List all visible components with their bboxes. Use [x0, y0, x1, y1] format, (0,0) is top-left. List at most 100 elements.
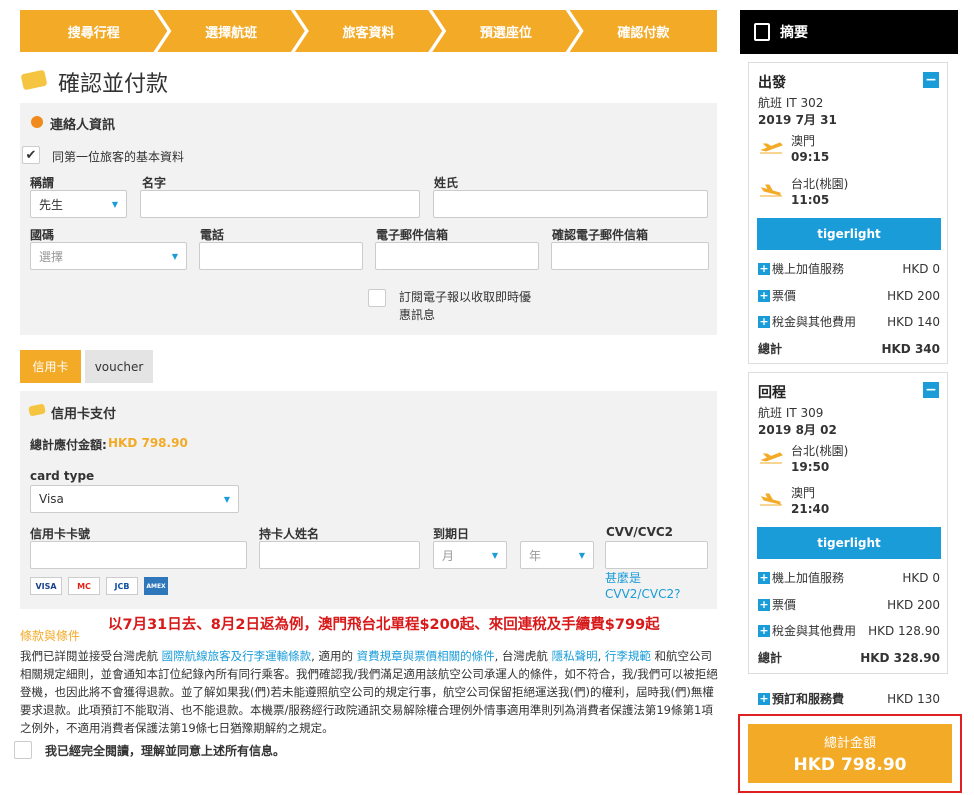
outbound-to: 台北(桃園) — [791, 177, 849, 191]
return-flight: 航班 IT 309 — [758, 406, 824, 420]
return-item-fare: + 票價 HKD 200 — [758, 596, 940, 613]
terms-part: , 台灣虎航 — [494, 649, 552, 663]
return-item-tax: + 稅金與其他費用 HKD 128.90 — [758, 622, 940, 639]
landing-icon — [760, 184, 782, 197]
return-to: 澳門 — [791, 486, 816, 500]
booking-fee-value: HKD 130 — [887, 691, 940, 706]
email-confirm-label: 確認電子郵件信箱 — [552, 228, 649, 242]
item-value: HKD 140 — [887, 314, 940, 329]
title-select[interactable]: 先生 ▼ — [30, 190, 127, 218]
terms-link-privacy[interactable]: 隱私聲明 — [552, 649, 598, 663]
grand-total-highlight: 總計金額 HKD 798.90 — [738, 714, 962, 793]
summary-header: 摘要 — [740, 10, 958, 54]
expand-icon[interactable]: + — [758, 598, 770, 611]
card-type-value: Visa — [39, 492, 64, 506]
terms-link-carriage[interactable]: 國際航線旅客及行李運輸條款 — [162, 649, 312, 663]
step-seat[interactable]: 預選座位 — [432, 10, 579, 52]
step-payment: 確認付款 — [569, 10, 718, 52]
landing-icon — [760, 493, 782, 506]
return-dep-time: 19:50 — [791, 460, 830, 474]
contact-heading: 連絡人資訊 — [50, 118, 116, 133]
firstname-input[interactable] — [140, 190, 420, 218]
collapse-return-button[interactable]: − — [923, 382, 939, 398]
expand-icon[interactable]: + — [758, 571, 770, 584]
card-logos: VISA MC JCB AMEX — [30, 577, 168, 595]
chevron-down-icon: ▼ — [111, 199, 118, 209]
expand-icon[interactable]: + — [758, 692, 770, 705]
promo-note: 以7月31日去、8月2日返為例，澳門飛台北單程$200起、來回連稅及手續費$79… — [108, 617, 660, 633]
collapse-outbound-button[interactable]: − — [923, 72, 939, 88]
country-code-placeholder: 選擇 — [39, 249, 64, 264]
expiry-year-placeholder: 年 — [529, 548, 542, 563]
expand-icon[interactable]: + — [758, 262, 770, 275]
outbound-item-fare: + 票價 HKD 200 — [758, 287, 940, 304]
return-title: 回程 — [758, 385, 786, 401]
card-number-input[interactable] — [30, 541, 247, 569]
firstname-label: 名字 — [142, 176, 167, 190]
return-fare-brand: tigerlight — [757, 527, 941, 559]
email-confirm-input[interactable] — [551, 242, 709, 270]
expiry-month-placeholder: 月 — [442, 548, 455, 563]
terms-label: 條款與條件 — [20, 629, 81, 643]
item-label: 稅金與其他費用 — [772, 624, 857, 638]
cvv-label: CVV/CVC2 — [606, 525, 674, 539]
terms-text: 我們已詳閱並接受台灣虎航 國際航線旅客及行李運輸條款, 適用的 資費規章與票價相… — [20, 647, 720, 737]
lastname-input[interactable] — [433, 190, 708, 218]
step-select-flight[interactable]: 選擇航班 — [157, 10, 304, 52]
step-passenger[interactable]: 旅客資料 — [295, 10, 442, 52]
card-holder-input[interactable] — [259, 541, 420, 569]
terms-link-baggage[interactable]: 行李規範 — [605, 649, 651, 663]
chevron-down-icon: ▼ — [171, 251, 178, 261]
item-value: HKD 0 — [902, 261, 940, 276]
total-due-value: HKD 798.90 — [108, 436, 188, 450]
phone-label: 電話 — [200, 228, 225, 242]
cvv-help-link[interactable]: 甚麼是CVV2/CVC2? — [605, 570, 705, 602]
card-type-label: card type — [30, 469, 95, 483]
newsletter-checkbox[interactable] — [368, 289, 386, 307]
document-icon — [754, 23, 770, 41]
terms-link-fares[interactable]: 資費規章與票價相關的條件 — [357, 649, 495, 663]
expiry-label: 到期日 — [433, 527, 470, 541]
title-label: 稱謂 — [30, 176, 55, 190]
total-due-label: 總計應付金額: — [30, 438, 107, 452]
chevron-down-icon: ▼ — [223, 494, 230, 504]
expand-icon[interactable]: + — [758, 289, 770, 302]
country-code-label: 國碼 — [30, 228, 55, 242]
card-type-select[interactable]: Visa ▼ — [30, 485, 239, 513]
mastercard-logo: MC — [68, 577, 100, 595]
card-holder-label: 持卡人姓名 — [259, 527, 320, 541]
item-label: 票價 — [772, 598, 797, 612]
takeoff-icon — [760, 452, 783, 464]
cvv-input[interactable] — [605, 541, 708, 569]
tab-credit-card[interactable]: 信用卡 — [20, 350, 81, 383]
summary-heading: 摘要 — [780, 25, 808, 41]
jcb-logo: JCB — [106, 577, 138, 595]
agree-checkbox[interactable] — [14, 741, 32, 759]
agree-label: 我已經完全閱讀，理解並同意上述所有信息。 — [45, 744, 286, 758]
card-number-label: 信用卡卡號 — [30, 527, 91, 541]
takeoff-icon — [760, 142, 783, 154]
same-as-first-checkbox[interactable]: ✔ — [22, 146, 40, 164]
item-value: HKD 200 — [887, 288, 940, 303]
payment-heading: 信用卡支付 — [51, 407, 117, 422]
outbound-dep-time: 09:15 — [791, 150, 830, 164]
total-value: HKD 340 — [881, 341, 940, 356]
terms-part: 我們已詳閱並接受台灣虎航 — [20, 649, 162, 663]
expiry-month-select[interactable]: 月 ▼ — [433, 541, 507, 569]
expiry-year-select[interactable]: 年 ▼ — [520, 541, 594, 569]
total-value: HKD 328.90 — [860, 650, 940, 665]
chevron-down-icon: ▼ — [491, 550, 498, 560]
return-item-addons: + 機上加值服務 HKD 0 — [758, 569, 940, 586]
step-search[interactable]: 搜尋行程 — [20, 10, 167, 52]
outbound-date: 2019 7月 31 — [758, 113, 837, 127]
email-input[interactable] — [375, 242, 539, 270]
return-arr-time: 21:40 — [791, 502, 830, 516]
tab-voucher[interactable]: voucher — [85, 350, 153, 383]
expand-icon[interactable]: + — [758, 315, 770, 328]
lastname-label: 姓氏 — [434, 176, 459, 190]
phone-input[interactable] — [199, 242, 363, 270]
progress-steps: 搜尋行程 選擇航班 旅客資料 預選座位 確認付款 — [20, 10, 718, 52]
country-code-select[interactable]: 選擇 ▼ — [30, 242, 187, 270]
expand-icon[interactable]: + — [758, 624, 770, 637]
outbound-fare-brand: tigerlight — [757, 218, 941, 250]
